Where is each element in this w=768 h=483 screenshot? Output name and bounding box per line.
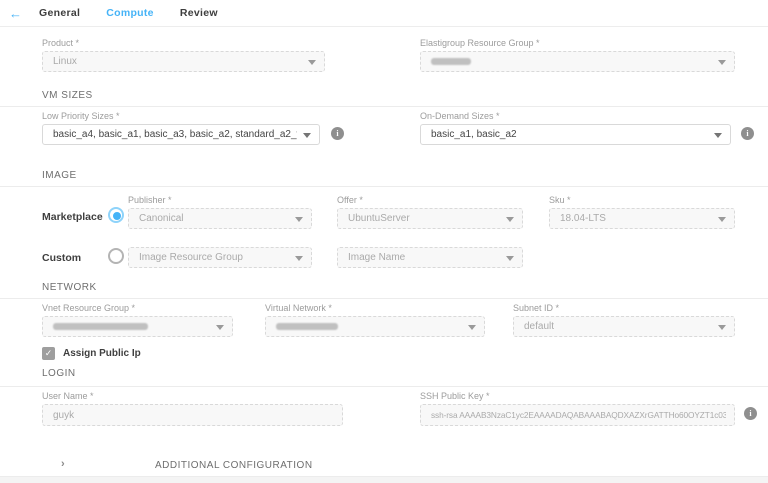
chevron-down-icon xyxy=(718,217,726,222)
user-name-field: User Name * guyk xyxy=(42,391,343,426)
divider xyxy=(0,106,768,107)
low-priority-sizes-field: Low Priority Sizes * basic_a4, basic_a1,… xyxy=(42,111,320,145)
custom-row-label: Custom xyxy=(42,252,81,264)
network-section-header: NETWORK xyxy=(42,282,97,293)
vnet-resource-group-field: Vnet Resource Group * xyxy=(42,303,233,337)
chevron-down-icon xyxy=(718,325,726,330)
offer-select[interactable]: UbuntuServer xyxy=(337,208,523,229)
vm-sizes-section-header: VM SIZES xyxy=(42,90,93,101)
tab-compute[interactable]: Compute xyxy=(106,7,154,19)
on-demand-sizes-select[interactable]: basic_a1, basic_a2 xyxy=(420,124,731,145)
redacted-value xyxy=(431,58,471,65)
assign-public-ip-label: Assign Public Ip xyxy=(63,348,141,359)
virtual-network-label: Virtual Network * xyxy=(265,303,485,313)
chevron-down-icon xyxy=(718,60,726,65)
elastigroup-resource-group-select[interactable] xyxy=(420,51,735,72)
image-name-field: Image Name xyxy=(337,247,523,268)
redacted-value xyxy=(276,323,338,330)
low-priority-sizes-select[interactable]: basic_a4, basic_a1, basic_a3, basic_a2, … xyxy=(42,124,320,145)
divider xyxy=(0,386,768,387)
wizard-tabs: General Compute Review xyxy=(39,7,218,19)
chevron-down-icon xyxy=(295,217,303,222)
publisher-label: Publisher * xyxy=(128,195,312,205)
info-icon[interactable]: i xyxy=(741,127,754,140)
divider xyxy=(0,186,768,187)
wizard-header: ← General Compute Review xyxy=(0,0,768,27)
image-name-select[interactable]: Image Name xyxy=(337,247,523,268)
info-icon[interactable]: i xyxy=(331,127,344,140)
additional-configuration-toggle[interactable]: ADDITIONAL CONFIGURATION xyxy=(155,460,313,471)
chevron-down-icon xyxy=(506,256,514,261)
user-name-input[interactable]: guyk xyxy=(42,404,343,426)
subnet-id-label: Subnet ID * xyxy=(513,303,735,313)
offer-label: Offer * xyxy=(337,195,523,205)
elastigroup-resource-group-field: Elastigroup Resource Group * xyxy=(420,38,735,72)
chevron-right-icon[interactable]: › xyxy=(61,458,65,470)
low-priority-sizes-label: Low Priority Sizes * xyxy=(42,111,320,121)
marketplace-radio[interactable] xyxy=(108,207,124,223)
product-select[interactable]: Linux xyxy=(42,51,325,72)
tab-review[interactable]: Review xyxy=(180,7,218,19)
chevron-down-icon xyxy=(216,325,224,330)
vnet-resource-group-label: Vnet Resource Group * xyxy=(42,303,233,313)
on-demand-sizes-field: On-Demand Sizes * basic_a1, basic_a2 xyxy=(420,111,731,145)
image-resource-group-field: Image Resource Group xyxy=(128,247,312,268)
chevron-down-icon xyxy=(303,133,311,138)
virtual-network-field: Virtual Network * xyxy=(265,303,485,337)
product-label: Product * xyxy=(42,38,325,48)
custom-radio[interactable] xyxy=(108,248,124,264)
marketplace-row-label: Marketplace xyxy=(42,211,103,223)
redacted-value xyxy=(53,323,148,330)
sku-label: Sku * xyxy=(549,195,735,205)
ssh-public-key-input[interactable]: ssh-rsa AAAAB3NzaC1yc2EAAAADAQABAAABAQDX… xyxy=(420,404,735,426)
compute-form-page: ← General Compute Review Product * Linux… xyxy=(0,0,768,483)
vnet-resource-group-select[interactable] xyxy=(42,316,233,337)
chevron-down-icon xyxy=(714,133,722,138)
back-arrow-icon[interactable]: ← xyxy=(9,7,22,20)
chevron-down-icon xyxy=(295,256,303,261)
image-section-header: IMAGE xyxy=(42,170,77,181)
image-resource-group-select[interactable]: Image Resource Group xyxy=(128,247,312,268)
sku-field: Sku * 18.04-LTS xyxy=(549,195,735,229)
chevron-down-icon xyxy=(308,60,316,65)
virtual-network-select[interactable] xyxy=(265,316,485,337)
sku-select[interactable]: 18.04-LTS xyxy=(549,208,735,229)
divider xyxy=(0,298,768,299)
publisher-select[interactable]: Canonical xyxy=(128,208,312,229)
elastigroup-resource-group-label: Elastigroup Resource Group * xyxy=(420,38,735,48)
user-name-label: User Name * xyxy=(42,391,343,401)
product-field: Product * Linux xyxy=(42,38,325,72)
publisher-field: Publisher * Canonical xyxy=(128,195,312,229)
chevron-down-icon xyxy=(506,217,514,222)
offer-field: Offer * UbuntuServer xyxy=(337,195,523,229)
page-background xyxy=(0,477,768,483)
info-icon[interactable]: i xyxy=(744,407,757,420)
login-section-header: LOGIN xyxy=(42,368,76,379)
chevron-down-icon xyxy=(468,325,476,330)
ssh-public-key-field: SSH Public Key * ssh-rsa AAAAB3NzaC1yc2E… xyxy=(420,391,735,426)
ssh-public-key-label: SSH Public Key * xyxy=(420,391,735,401)
on-demand-sizes-label: On-Demand Sizes * xyxy=(420,111,731,121)
subnet-id-field: Subnet ID * default xyxy=(513,303,735,337)
tab-general[interactable]: General xyxy=(39,7,80,19)
assign-public-ip-checkbox[interactable]: ✓ xyxy=(42,347,55,360)
subnet-id-select[interactable]: default xyxy=(513,316,735,337)
